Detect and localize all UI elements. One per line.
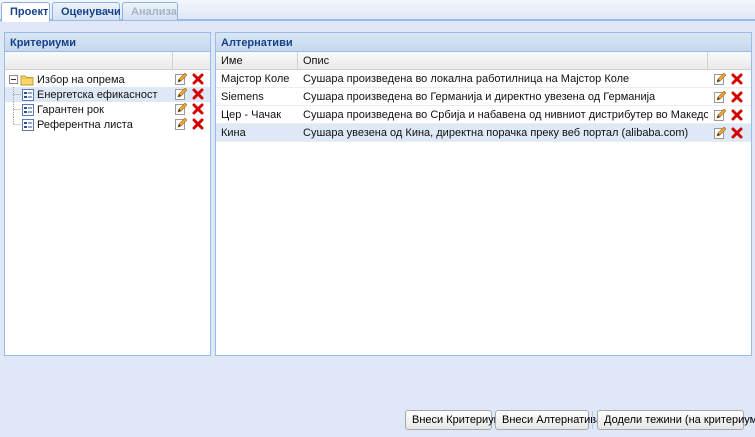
criteria-panel-title: Критериуми [5,33,210,52]
tree-node-label: Енергетска ефикасност [37,88,158,101]
tab-analysis: Анализа [122,2,178,21]
edit-icon[interactable] [175,88,187,100]
tree-node-energy-efficiency[interactable]: Енергетска ефикасност [5,87,210,102]
tree-node-root[interactable]: Избор на опрема [5,72,210,87]
tab-project[interactable]: Проект [1,2,50,22]
tree-node-label: Избор на опрема [37,73,125,86]
folder-icon [20,74,34,86]
edit-icon[interactable] [175,73,187,85]
tab-strip: Проект Оценувачи Анализа [0,0,755,22]
assign-weights-button[interactable]: Додели тежини (на критериуми) [597,410,755,430]
delete-icon[interactable] [731,73,743,85]
alternative-description: Сушара произведена во локална работилниц… [303,72,630,85]
edit-icon[interactable] [714,126,726,139]
table-row[interactable]: Siemens Сушара произведена во Германија … [216,88,751,106]
alternatives-panel: Алтернативи Име Опис Мајстор Коле Сушара… [215,32,752,356]
table-row[interactable]: Цер - Чачак Сушара произведена во Србија… [216,106,751,124]
tab-evaluators[interactable]: Оценувачи [52,2,121,21]
alternatives-grid-header: Име Опис [216,52,751,70]
delete-icon[interactable] [192,73,204,85]
delete-icon[interactable] [731,109,743,121]
edit-icon[interactable] [175,103,187,115]
collapse-icon[interactable] [9,75,18,84]
add-criterion-button[interactable]: Внеси Критериум [405,410,501,430]
edit-icon[interactable] [175,118,187,130]
delete-icon[interactable] [731,127,743,139]
alternative-name: Кина [221,126,246,139]
alternative-name: Siemens [221,90,264,103]
tree-node-label: Гарантен рок [37,103,104,116]
column-header-name[interactable]: Име [216,52,298,69]
criteria-panel: Критериуми Избор на опрема Енергетска еф… [4,32,211,356]
alternative-description: Сушара произведена во Германија и директ… [303,90,656,103]
alternative-name: Мајстор Коле [221,72,290,85]
main-frame: Критериуми Избор на опрема Енергетска еф… [0,20,755,437]
edit-icon[interactable] [714,72,726,85]
delete-icon[interactable] [192,118,204,130]
list-node-icon [22,88,34,101]
list-node-icon [22,118,34,131]
list-node-icon [22,103,34,116]
tree-node-warranty[interactable]: Гарантен рок [5,102,210,117]
toolbar-separator [592,411,593,429]
column-header-actions [708,52,751,69]
alternatives-panel-title: Алтернативи [216,33,751,52]
delete-icon[interactable] [192,103,204,115]
column-header-description[interactable]: Опис [298,52,708,69]
edit-icon[interactable] [714,108,726,121]
delete-icon[interactable] [192,88,204,100]
alternatives-grid-body: Мајстор Коле Сушара произведена во локал… [216,70,751,142]
table-row[interactable]: Мајстор Коле Сушара произведена во локал… [216,70,751,88]
alternative-description: Сушара увезена од Кина, директна порачка… [303,126,689,139]
criteria-column-name [5,52,173,69]
edit-icon[interactable] [714,90,726,103]
criteria-column-header [5,52,210,70]
alternative-description: Сушара произведена во Србија и набавена … [303,108,708,121]
tree-node-label: Референтна листа [37,118,133,131]
table-row[interactable]: Кина Сушара увезена од Кина, директна по… [216,124,751,142]
add-alternative-button[interactable]: Внеси Алтернатива [495,410,602,430]
alternative-name: Цер - Чачак [221,108,282,121]
criteria-tree: Избор на опрема Енергетска ефикасност Га… [5,70,210,132]
delete-icon[interactable] [731,91,743,103]
tree-node-reference-list[interactable]: Референтна листа [5,117,210,132]
criteria-column-actions [173,52,210,69]
